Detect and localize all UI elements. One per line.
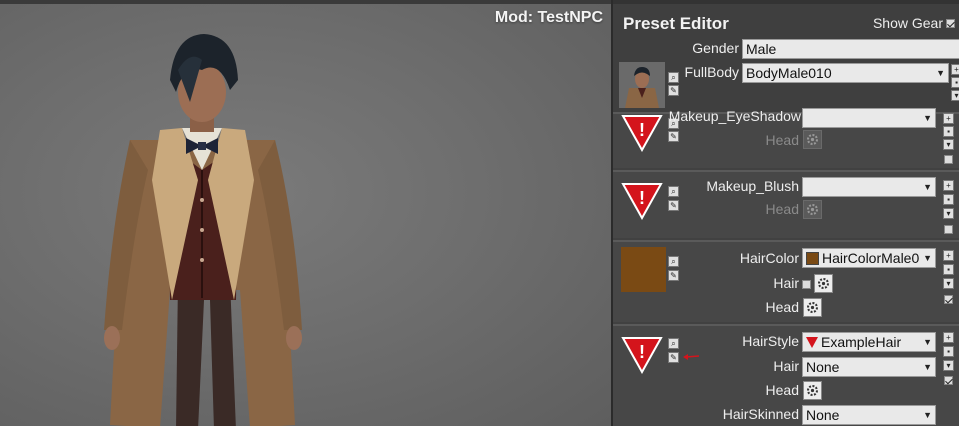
hairstyle-value: ExampleHair: [821, 334, 902, 350]
haircolor-section: ⌕ ✎ HairColor HairColorMale0 ▼ Hair Head…: [613, 240, 959, 322]
mod-label: Mod: TestNPC: [494, 9, 603, 26]
hairstyle-enable-checkbox[interactable]: [944, 376, 953, 385]
hairstyle-hair-dropdown[interactable]: None ▼: [802, 357, 936, 377]
eyeshadow-head-label: Head: [765, 132, 799, 148]
gender-dropdown[interactable]: Male: [742, 39, 959, 59]
character-model: [104, 34, 302, 426]
gear-icon: [807, 385, 818, 396]
haircolor-swatch: [621, 247, 666, 292]
haircolor-enable-checkbox[interactable]: [944, 295, 953, 304]
save-icon[interactable]: ▪: [943, 264, 954, 275]
haircolor-dropdown[interactable]: HairColorMale0 ▼: [802, 248, 936, 268]
show-gear-toggle[interactable]: Show Gear: [873, 15, 955, 31]
chevron-down-icon: ▼: [923, 362, 932, 372]
add-icon[interactable]: +: [951, 64, 959, 75]
eyeshadow-enable-checkbox[interactable]: [944, 155, 953, 164]
hairskinned-value: None: [806, 407, 840, 423]
hairstyle-dropdown[interactable]: ExampleHair ▼: [802, 332, 936, 352]
hairstyle-label: HairStyle: [742, 333, 799, 349]
blush-section: ! ⌕ ✎ Makeup_Blush ▼ Head + ▪ ▾: [613, 170, 959, 238]
hairstyle-section: ! ⌕ ✎ HairStyle ExampleHair ▼ Hair None …: [613, 324, 959, 426]
panel-top-border: [613, 0, 959, 4]
viewport-top-border: [0, 0, 611, 4]
blush-enable-checkbox[interactable]: [944, 225, 953, 234]
add-icon[interactable]: +: [943, 250, 954, 261]
preset-editor-panel: Preset Editor Show Gear Gender Male Full…: [611, 0, 959, 426]
haircolor-hair-gear-button[interactable]: [814, 274, 833, 293]
hairskinned-label: HairSkinned: [722, 406, 799, 422]
chevron-down-icon: ▼: [923, 337, 932, 347]
magnifier-icon[interactable]: ⌕: [668, 72, 679, 83]
show-gear-checkbox[interactable]: [946, 18, 955, 28]
warning-triangle-icon: !: [621, 337, 663, 374]
edit-icon[interactable]: ✎: [668, 131, 679, 142]
warning-triangle-icon: [806, 337, 818, 348]
character-viewport[interactable]: Mod: TestNPC: [0, 0, 611, 426]
warning-triangle-icon: !: [621, 115, 663, 152]
gear-icon: [807, 204, 818, 215]
panel-title: Preset Editor: [623, 14, 729, 33]
magnifier-icon[interactable]: ⌕: [668, 338, 679, 349]
hairstyle-head-label: Head: [765, 382, 799, 398]
gender-value: Male: [746, 41, 777, 57]
magnifier-icon[interactable]: ⌕: [668, 186, 679, 197]
edit-icon[interactable]: ✎: [668, 270, 679, 281]
delete-icon[interactable]: ▾: [943, 278, 954, 289]
haircolor-head-label: Head: [765, 299, 799, 315]
chevron-down-icon: ▼: [936, 68, 945, 78]
hairskinned-dropdown[interactable]: None ▼: [802, 405, 936, 425]
save-icon[interactable]: ▪: [943, 346, 954, 357]
chevron-down-icon: ▼: [923, 182, 932, 192]
eyeshadow-label: Makeup_EyeShadow: [668, 108, 801, 124]
gear-icon: [807, 302, 818, 313]
magnifier-icon[interactable]: ⌕: [668, 256, 679, 267]
eyeshadow-head-gear-button[interactable]: [803, 130, 822, 149]
haircolor-hair-label: Hair: [773, 275, 799, 291]
blush-head-gear-button[interactable]: [803, 200, 822, 219]
hairstyle-hair-label: Hair: [773, 358, 799, 374]
fullbody-portrait: [619, 62, 665, 108]
gender-label: Gender: [692, 40, 739, 56]
haircolor-head-gear-button[interactable]: [803, 298, 822, 317]
delete-icon[interactable]: ▾: [943, 208, 954, 219]
delete-icon[interactable]: ▾: [943, 360, 954, 371]
arrow-left-icon: [683, 354, 699, 360]
eyeshadow-dropdown[interactable]: ▼: [802, 108, 936, 128]
save-icon[interactable]: ▪: [943, 126, 954, 137]
haircolor-label: HairColor: [739, 250, 799, 266]
save-icon[interactable]: ▪: [943, 194, 954, 205]
edit-icon[interactable]: ✎: [668, 352, 679, 363]
save-icon[interactable]: ▪: [951, 77, 959, 88]
warning-triangle-icon: !: [621, 183, 663, 220]
gear-icon: [807, 134, 818, 145]
haircolor-value: HairColorMale0: [822, 250, 920, 266]
svg-text:!: !: [639, 188, 645, 208]
eyeshadow-section: ! ⌕ ✎ Makeup_EyeShadow ▼ Head + ▪ ▾: [613, 108, 959, 168]
show-gear-label: Show Gear: [872, 15, 943, 31]
edit-icon[interactable]: ✎: [668, 200, 679, 211]
add-icon[interactable]: +: [943, 332, 954, 343]
chevron-down-icon: ▼: [923, 113, 932, 123]
add-icon[interactable]: +: [943, 113, 954, 124]
hairstyle-head-gear-button[interactable]: [803, 381, 822, 400]
fullbody-value: BodyMale010: [746, 65, 832, 81]
fullbody-dropdown[interactable]: BodyMale010 ▼: [742, 63, 949, 83]
svg-text:!: !: [639, 120, 645, 140]
edit-icon[interactable]: ✎: [668, 85, 679, 96]
add-icon[interactable]: +: [943, 180, 954, 191]
haircolor-value-swatch: [806, 252, 819, 265]
delete-icon[interactable]: ▾: [943, 139, 954, 150]
hairstyle-hair-value: None: [806, 359, 840, 375]
svg-text:!: !: [639, 342, 645, 362]
blush-dropdown[interactable]: ▼: [802, 177, 936, 197]
delete-icon[interactable]: ▾: [951, 90, 959, 101]
chevron-down-icon: ▼: [923, 410, 932, 420]
blush-head-label: Head: [765, 201, 799, 217]
haircolor-hair-checkbox[interactable]: [802, 280, 811, 289]
chevron-down-icon: ▼: [923, 253, 932, 263]
blush-label: Makeup_Blush: [706, 178, 799, 194]
fullbody-label: FullBody: [684, 64, 739, 80]
gear-icon: [818, 278, 829, 289]
